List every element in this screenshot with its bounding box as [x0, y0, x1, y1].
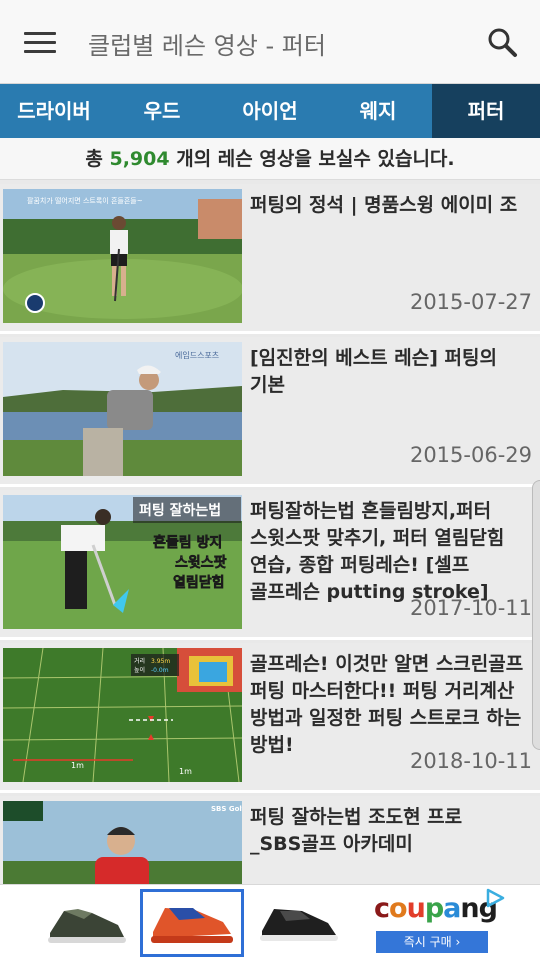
scroll-edge-indicator: [532, 480, 540, 750]
video-title: 골프레슨! 이것만 알면 스크린골프 퍼팅 마스터한다!! 퍼팅 거리계산 방법…: [250, 653, 524, 756]
page-title: 클럽별 레슨 영상 - 퍼터: [88, 32, 326, 60]
video-thumbnail: 거리 3.95m 높이 -0.0m 1m 1m: [3, 648, 242, 782]
video-date: 2015-07-27: [409, 290, 532, 314]
video-thumbnail: 팔꿈치가 떨어지면 스트록이 흔들흔들~: [3, 189, 242, 323]
thumbnail-label: 높이: [134, 666, 145, 674]
video-thumbnail: 에임드스포츠: [3, 342, 242, 476]
ad-play-icon[interactable]: [484, 887, 506, 909]
lesson-count: 5,904: [109, 148, 170, 170]
video-date: 2018-10-11: [409, 749, 532, 773]
ad-banner: coupang 즉시 구매 ›: [0, 884, 540, 960]
video-list: 팔꿈치가 떨어지면 스트록이 흔들흔들~ 퍼팅의 정석 | 명품스윙 에이미 조…: [0, 184, 540, 884]
thumbnail-caption: 에임드스포츠: [175, 351, 219, 360]
video-list-item[interactable]: 팔꿈치가 떨어지면 스트록이 흔들흔들~ 퍼팅의 정석 | 명품스윙 에이미 조…: [0, 184, 540, 334]
video-list-item[interactable]: SBS Golf 퍼팅 잘하는법 조도현 프로_SBS골프 아카데미: [0, 796, 540, 884]
thumbnail-caption: 열림닫힘: [173, 574, 225, 591]
video-title: 퍼팅잘하는법 흔들림방지,퍼터 스윗스팟 맞추기, 퍼터 열림닫힘 연습, 종합…: [250, 500, 505, 603]
lesson-count-summary: 총 5,904 개의 레슨 영상을 보실수 있습니다.: [0, 138, 540, 180]
buy-now-button[interactable]: 즉시 구매 ›: [376, 931, 488, 953]
thumbnail-caption: 팔꿈치가 떨어지면 스트록이 흔들흔들~: [27, 196, 143, 205]
thumbnail-caption: 흔들림 방지: [153, 534, 222, 551]
thumbnail-caption: SBS Golf: [211, 805, 242, 813]
video-list-item[interactable]: 거리 3.95m 높이 -0.0m 1m 1m 골프레슨! 이것만 알면 스크린…: [0, 643, 540, 793]
video-thumbnail: 퍼팅 잘하는법 흔들림 방지 스윗스팟 열림닫힘: [3, 495, 242, 629]
video-date: 2015-06-29: [409, 443, 532, 467]
thumbnail-mark: 1m: [179, 767, 192, 776]
tab-putter[interactable]: 퍼터: [432, 84, 540, 138]
tab-driver[interactable]: 드라이버: [0, 84, 108, 138]
tab-wood[interactable]: 우드: [108, 84, 216, 138]
ad-product-shoe-black[interactable]: [246, 889, 350, 957]
video-title: [임진한의 베스트 레슨] 퍼팅의 기본: [250, 347, 497, 396]
video-title: 퍼팅의 정석 | 명품스윙 에이미 조: [250, 194, 518, 216]
search-icon[interactable]: [486, 26, 518, 58]
count-suffix: 개의 레슨 영상을 보실수 있습니다.: [176, 148, 455, 170]
hamburger-menu-icon[interactable]: [24, 30, 58, 56]
tab-wedge[interactable]: 웨지: [324, 84, 432, 138]
thumbnail-label: 거리: [134, 657, 145, 665]
thumbnail-value: 3.95m: [151, 658, 170, 665]
video-thumbnail: SBS Golf: [3, 801, 242, 884]
thumbnail-caption: 스윗스팟: [175, 554, 227, 571]
video-list-item[interactable]: 에임드스포츠 [임진한의 베스트 레슨] 퍼팅의 기본 2015-06-29: [0, 337, 540, 487]
ad-product-shoe-orange[interactable]: [140, 889, 244, 957]
tab-iron[interactable]: 아이언: [216, 84, 324, 138]
ad-product-shoe-gray[interactable]: [34, 889, 138, 957]
thumbnail-value: -0.0m: [151, 667, 169, 674]
video-list-item[interactable]: 퍼팅 잘하는법 흔들림 방지 스윗스팟 열림닫힘 퍼팅잘하는법 흔들림방지,퍼터…: [0, 490, 540, 640]
coupang-logo: coupang: [374, 893, 498, 924]
count-prefix: 총: [85, 148, 103, 170]
video-title: 퍼팅 잘하는법 조도현 프로_SBS골프 아카데미: [250, 806, 463, 855]
club-tab-bar: 드라이버 우드 아이언 웨지 퍼터: [0, 84, 540, 138]
thumbnail-mark: 1m: [71, 761, 84, 770]
app-bar: 클럽별 레슨 영상 - 퍼터: [0, 0, 540, 84]
thumbnail-caption: 퍼팅 잘하는법: [139, 502, 221, 519]
video-date: 2017-10-11: [409, 596, 532, 620]
